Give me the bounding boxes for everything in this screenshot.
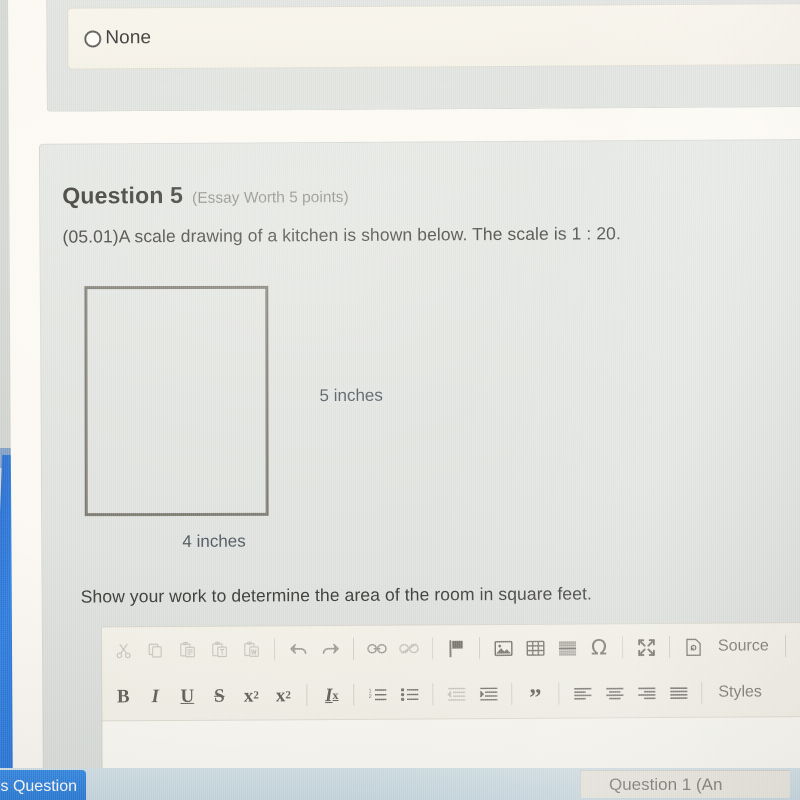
question-prompt: (05.01)A scale drawing of a kitchen is s… bbox=[62, 223, 622, 247]
align-center-button[interactable] bbox=[599, 677, 629, 709]
toolbar-separator bbox=[273, 638, 276, 661]
remove-format-button[interactable]: Ix bbox=[315, 679, 345, 711]
previous-question-button[interactable]: ous Question bbox=[0, 770, 86, 800]
unlink-icon[interactable] bbox=[394, 632, 424, 664]
table-icon[interactable] bbox=[520, 632, 550, 664]
svg-text:2: 2 bbox=[368, 694, 371, 700]
toolbar-separator bbox=[784, 635, 786, 658]
question-title: Question 5 bbox=[62, 181, 184, 209]
answer-option-none[interactable]: None bbox=[67, 3, 800, 70]
radio-unchecked-icon[interactable] bbox=[84, 29, 102, 48]
toolbar-separator bbox=[353, 683, 355, 706]
bold-button[interactable]: B bbox=[108, 680, 138, 712]
redo-icon[interactable] bbox=[315, 633, 345, 665]
cut-icon[interactable] bbox=[108, 634, 138, 666]
editor-toolbar-row-2: B I U S x2 x2 Ix 1 2 ” Styles bbox=[102, 669, 800, 720]
align-left-button[interactable] bbox=[567, 677, 597, 709]
bulleted-list-button[interactable] bbox=[394, 678, 424, 710]
italic-button[interactable]: I bbox=[140, 680, 170, 712]
toolbar-separator bbox=[558, 682, 560, 705]
toolbar-separator bbox=[352, 637, 355, 660]
question-sub-prompt: Show your work to determine the area of … bbox=[80, 583, 593, 607]
image-icon[interactable] bbox=[488, 632, 518, 664]
blockquote-button[interactable]: ” bbox=[520, 678, 550, 712]
editor-toolbar-row-1: Ω Source bbox=[102, 623, 800, 674]
source-icon[interactable] bbox=[678, 631, 708, 663]
question-indicator[interactable]: Question 1 (An bbox=[580, 770, 790, 798]
question-worth: (Essay Worth 5 points) bbox=[192, 188, 349, 207]
styles-dropdown[interactable]: Styles bbox=[710, 683, 770, 701]
toolbar-separator bbox=[701, 681, 703, 704]
question-card: Question 5 (Essay Worth 5 points) (05.01… bbox=[38, 138, 800, 787]
toolbar-separator bbox=[431, 637, 434, 660]
align-right-button[interactable] bbox=[631, 677, 661, 709]
question-header: Question 5 (Essay Worth 5 points) bbox=[62, 181, 349, 210]
answer-option-label: None bbox=[105, 27, 152, 49]
screen-photo: None Question 5 (Essay Worth 5 points) (… bbox=[0, 0, 800, 800]
previous-question-card: None bbox=[45, 0, 800, 112]
toolbar-separator bbox=[511, 682, 513, 705]
underline-button[interactable]: U bbox=[172, 680, 202, 712]
numbered-list-button[interactable]: 1 2 bbox=[362, 679, 392, 711]
paste-icon[interactable] bbox=[172, 634, 202, 666]
outdent-button[interactable] bbox=[441, 678, 471, 710]
toolbar-separator bbox=[668, 635, 671, 658]
maximize-icon[interactable] bbox=[631, 631, 661, 663]
toolbar-separator bbox=[306, 684, 308, 707]
source-button-label[interactable]: Source bbox=[710, 637, 777, 655]
strikethrough-button[interactable]: S bbox=[204, 680, 234, 712]
special-character-icon[interactable]: Ω bbox=[584, 631, 614, 663]
toolbar-separator bbox=[432, 683, 434, 706]
link-icon[interactable] bbox=[362, 633, 392, 665]
bottom-navigation-bar: ous Question Question 1 (An bbox=[0, 768, 800, 800]
browser-page: None Question 5 (Essay Worth 5 points) (… bbox=[8, 0, 800, 800]
subscript-button[interactable]: x2 bbox=[236, 679, 266, 711]
figure-width-label: 4 inches bbox=[182, 531, 246, 551]
kitchen-rectangle-shape bbox=[84, 285, 269, 517]
superscript-button[interactable]: x2 bbox=[268, 679, 298, 711]
horizontal-rule-icon[interactable] bbox=[552, 632, 582, 664]
anchor-flag-icon[interactable] bbox=[441, 632, 471, 664]
copy-icon[interactable] bbox=[140, 634, 170, 666]
paste-as-text-icon[interactable] bbox=[204, 634, 234, 666]
figure-height-label: 5 inches bbox=[319, 385, 383, 406]
scale-drawing-figure: 5 inches 4 inches bbox=[81, 283, 413, 575]
toolbar-separator bbox=[478, 637, 481, 660]
rich-text-editor: Ω Source B I U S x 2 x 2 I x 1 2 ” Style… bbox=[100, 621, 800, 787]
toolbar-separator bbox=[621, 636, 624, 659]
justify-button[interactable] bbox=[663, 677, 693, 709]
undo-icon[interactable] bbox=[283, 633, 313, 665]
indent-button[interactable] bbox=[473, 678, 503, 710]
paste-from-word-icon[interactable] bbox=[236, 633, 266, 665]
